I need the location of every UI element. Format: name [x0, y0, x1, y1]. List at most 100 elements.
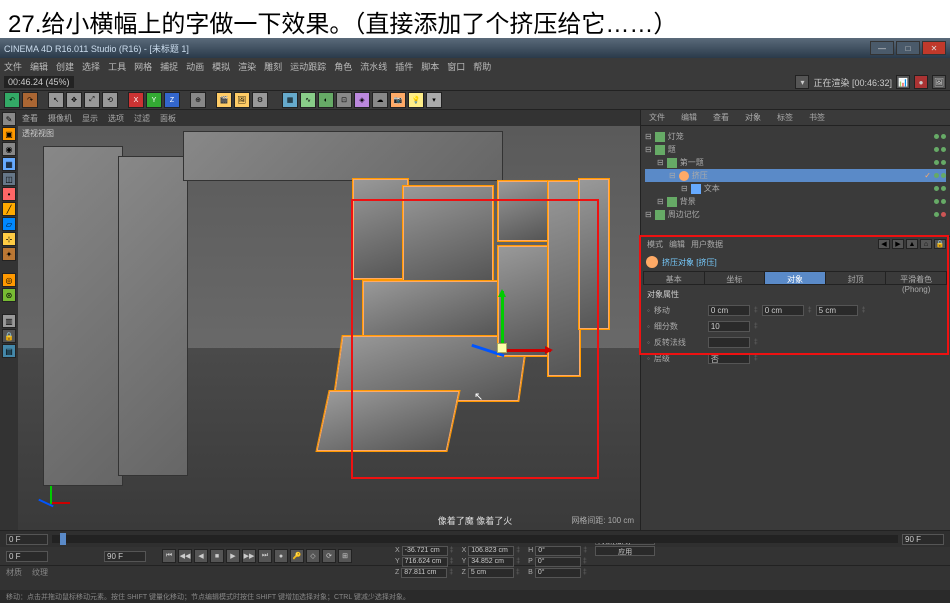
make-editable-button[interactable]: ✎	[2, 112, 16, 126]
vp-camera[interactable]: 摄像机	[48, 113, 72, 124]
workplane-button[interactable]: ▥	[2, 314, 16, 328]
coord-sys-button[interactable]: ⊕	[190, 92, 206, 108]
rotate-tool[interactable]: ⟲	[102, 92, 118, 108]
environment-button[interactable]: ☁	[372, 92, 388, 108]
op-tab-bookmark[interactable]: 书签	[801, 110, 833, 125]
tree-row[interactable]: ⊟文本	[645, 182, 946, 195]
playback-button-8[interactable]: 🔑	[290, 549, 304, 563]
coord-field[interactable]: 0°	[535, 557, 581, 567]
vp-view[interactable]: 查看	[22, 113, 38, 124]
tree-row[interactable]: ⊟挤压✓	[645, 169, 946, 182]
menu-track[interactable]: 运动跟踪	[290, 60, 326, 73]
coord-field[interactable]: 34.852 cm	[468, 557, 514, 567]
op-tab-edit[interactable]: 编辑	[673, 110, 705, 125]
attr-field[interactable]: 否	[708, 353, 750, 364]
menu-sculpt[interactable]: 雕刻	[264, 60, 282, 73]
coord-field[interactable]: 716.624 cm	[402, 557, 448, 567]
scale-tool[interactable]: ⤢	[84, 92, 100, 108]
menu-select[interactable]: 选择	[82, 60, 100, 73]
playback-button-10[interactable]: ⟳	[322, 549, 336, 563]
op-tab-object[interactable]: 对象	[737, 110, 769, 125]
coord-field[interactable]: -36.721 cm	[402, 546, 448, 556]
menu-mesh[interactable]: 网格	[134, 60, 152, 73]
playback-button-1[interactable]: ◀◀	[178, 549, 192, 563]
maximize-button[interactable]: □	[896, 41, 920, 55]
cube-primitive[interactable]: ▦	[282, 92, 298, 108]
attr-field[interactable]	[708, 337, 750, 348]
workplane-mode[interactable]: ◫	[2, 172, 16, 186]
playback-button-5[interactable]: ▶▶	[242, 549, 256, 563]
render-settings-button[interactable]: ⚙	[252, 92, 268, 108]
tl-start[interactable]: 0 F	[6, 534, 48, 545]
axis-mode[interactable]: ⊹	[2, 232, 16, 246]
op-tab-file[interactable]: 文件	[641, 110, 673, 125]
playback-button-7[interactable]: ●	[274, 549, 288, 563]
axis-z-toggle[interactable]: Z	[164, 92, 180, 108]
generator-button[interactable]: ⊡	[336, 92, 352, 108]
menu-window[interactable]: 窗口	[447, 60, 465, 73]
subtab-coord[interactable]: 坐标	[705, 272, 766, 284]
attr-userdata[interactable]: 用户数据	[691, 239, 723, 253]
nurbs-button[interactable]: ◐	[318, 92, 334, 108]
minimize-button[interactable]: —	[870, 41, 894, 55]
attr-lock[interactable]: 🔒	[934, 239, 946, 249]
playback-button-0[interactable]: ⏮	[162, 549, 176, 563]
render-button[interactable]: 🎬	[216, 92, 232, 108]
menu-tools[interactable]: 工具	[108, 60, 126, 73]
op-tab-view[interactable]: 查看	[705, 110, 737, 125]
subtab-phong[interactable]: 平滑着色(Phong)	[886, 272, 947, 284]
axis-x-toggle[interactable]: X	[128, 92, 144, 108]
attr-home[interactable]: ⌂	[920, 239, 932, 249]
tree-row[interactable]: ⊟第一题	[645, 156, 946, 169]
coord-field[interactable]: 87.811 cm	[401, 568, 447, 578]
move-tool[interactable]: ✥	[66, 92, 82, 108]
menu-file[interactable]: 文件	[4, 60, 22, 73]
render-pv-button[interactable]: 🖼	[234, 92, 250, 108]
playback-button-9[interactable]: ◇	[306, 549, 320, 563]
edge-mode[interactable]: ╱	[2, 202, 16, 216]
light-button[interactable]: 💡	[408, 92, 424, 108]
close-button[interactable]: ✕	[922, 41, 946, 55]
record-icon[interactable]: ●	[914, 75, 928, 89]
misc-button[interactable]: ▾	[426, 92, 442, 108]
texture-mode[interactable]: ▦	[2, 157, 16, 171]
menu-script[interactable]: 脚本	[421, 60, 439, 73]
tree-row[interactable]: ⊟题	[645, 143, 946, 156]
camera-button[interactable]: 📷	[390, 92, 406, 108]
timeline-track[interactable]	[52, 535, 898, 543]
menu-pipe[interactable]: 流水线	[360, 60, 387, 73]
attr-back[interactable]: ◀	[878, 239, 890, 249]
playback-button-3[interactable]: ■	[210, 549, 224, 563]
timeline-playhead[interactable]	[60, 533, 66, 545]
vp-options[interactable]: 选项	[108, 113, 124, 124]
menu-snap[interactable]: 捕捉	[160, 60, 178, 73]
tree-row[interactable]: ⊟周边记忆	[645, 208, 946, 221]
menu-plugin[interactable]: 插件	[395, 60, 413, 73]
point-mode[interactable]: •	[2, 187, 16, 201]
attr-field[interactable]: 0 cm	[762, 305, 804, 316]
playback-button-2[interactable]: ◀	[194, 549, 208, 563]
tl-end2[interactable]: 90 F	[104, 551, 146, 562]
snap-settings[interactable]: ⊛	[2, 288, 16, 302]
viewport[interactable]: 透视视图 ↖ 网格间距: 100 cm	[18, 126, 640, 530]
attr-up[interactable]: ▲	[906, 239, 918, 249]
info-icon-1[interactable]: 📊	[896, 75, 910, 89]
coord-field[interactable]: 0°	[535, 568, 581, 578]
mat-tab-material[interactable]: 材质	[6, 567, 22, 578]
polygon-mode[interactable]: ▱	[2, 217, 16, 231]
menu-anim[interactable]: 动画	[186, 60, 204, 73]
playback-button-4[interactable]: ▶	[226, 549, 240, 563]
redo-button[interactable]: ↷	[22, 92, 38, 108]
snap-toggle[interactable]: ◎	[2, 273, 16, 287]
tree-row[interactable]: ⊟背景	[645, 195, 946, 208]
playback-button-6[interactable]: ⏭	[258, 549, 272, 563]
tree-row[interactable]: ⊟灯笼	[645, 130, 946, 143]
subtab-basic[interactable]: 基本	[644, 272, 705, 284]
object-manager[interactable]: ⊟灯笼⊟题⊟第一题⊟挤压✓⊟文本⊟背景⊟周边记忆	[641, 126, 950, 236]
attr-edit[interactable]: 编辑	[669, 239, 685, 253]
attr-field[interactable]: 5 cm	[816, 305, 858, 316]
spline-primitive[interactable]: ∿	[300, 92, 316, 108]
coord-apply[interactable]: 应用	[595, 546, 655, 556]
model-mode[interactable]: ▣	[2, 127, 16, 141]
layout-dropdown[interactable]: ▾	[795, 75, 809, 89]
